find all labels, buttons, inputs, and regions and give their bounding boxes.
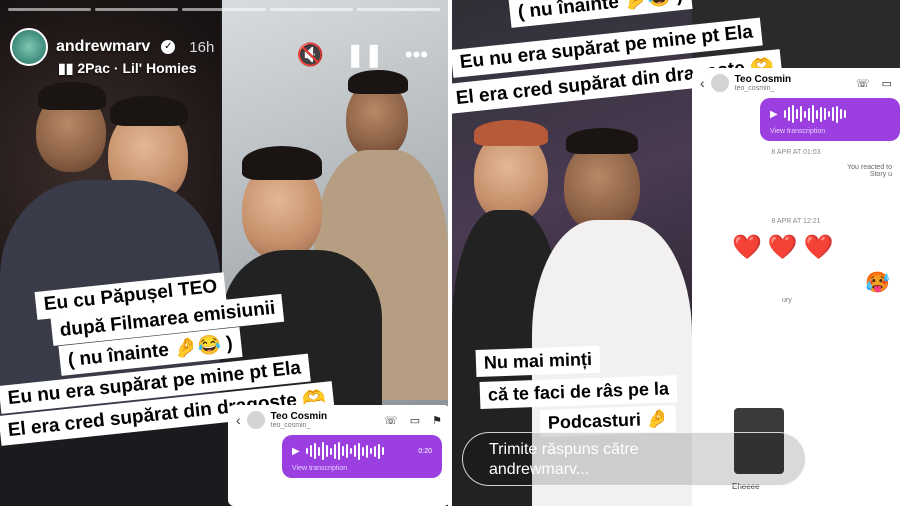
voice-message: ▶ 0:20 View transcription [282, 435, 442, 478]
view-transcription: View transcription [770, 128, 826, 135]
person-hair [566, 128, 638, 154]
reply-input[interactable]: Trimite răspuns către andrewmarv... [462, 432, 806, 486]
person-hair [242, 146, 322, 180]
person-hair [348, 70, 408, 94]
phone-icon: ☏ [855, 77, 870, 90]
chat-handle: teo_cosmin_ [270, 422, 311, 429]
chat-date: 8 APR AT 01:03 [771, 149, 821, 156]
chat-actions: ☏ ▭ ⚑ [384, 414, 442, 427]
play-icon: ▶ [292, 445, 300, 457]
chat-name: Teo Cosmin [270, 411, 328, 422]
speaker-muted-icon[interactable]: 🔇 [297, 42, 324, 68]
waveform: ▶ [770, 104, 890, 124]
chat-header: ‹ Teo Cosmin teo_cosmin_ ☏ ▭ ⚑ [228, 405, 448, 435]
chat-date: 8 APR AT 12:21 [771, 218, 821, 225]
flag-icon: ⚑ [432, 414, 442, 427]
send-icon[interactable]: ➤ [880, 443, 900, 472]
pause-icon[interactable]: ❚❚ [346, 42, 383, 68]
music-icon: ▮▮ [58, 60, 78, 76]
story-left-panel: andrewmarv ✓ 16h ▮▮ 2Pac · Lil' Homies 🔇… [0, 0, 448, 506]
story-time: 16h [189, 38, 215, 56]
chat-screenshot: ‹ Teo Cosmin teo_cosmin_ ☏ ▭ ⚑ ▶ 0:20 Vi… [228, 405, 448, 506]
back-icon: ‹ [236, 412, 241, 428]
caption-line: Nu mai minți [475, 345, 601, 377]
chat-actions: ☏ ▭ [856, 77, 892, 90]
waveform: ▶ 0:20 [292, 441, 432, 461]
back-icon: ‹ [700, 75, 705, 91]
username[interactable]: andrewmarv [56, 38, 150, 56]
reply-placeholder: Trimite răspuns către [489, 441, 639, 458]
voice-duration: 0:20 [418, 447, 432, 455]
verified-icon: ✓ [161, 40, 176, 54]
video-icon: ▭ [409, 414, 421, 427]
chat-handle: teo_cosmin_ [734, 85, 775, 92]
more-icon[interactable]: ••• [405, 42, 428, 68]
heart-reactions: ❤️ ❤️ ❤️ [692, 233, 900, 262]
voice-message: ▶ View transcription [760, 98, 900, 141]
video-icon: ▭ [881, 77, 892, 90]
play-icon: ▶ [770, 108, 778, 120]
avatar[interactable] [10, 28, 48, 66]
person-hair [38, 82, 106, 110]
heart-icon: ❤️ [803, 234, 834, 261]
reaction-note: You reacted to Story u [847, 164, 892, 178]
emoji-reaction: 🥵 [865, 272, 890, 294]
reply-placeholder: andrewmarv... [489, 461, 590, 478]
person-hair [474, 120, 548, 146]
story-controls: 🔇 ❚❚ ••• [297, 42, 428, 68]
avatar [710, 74, 729, 92]
reply-snippet: ury [782, 297, 792, 304]
story-progress-bar [8, 8, 441, 11]
music-text: 2Pac · Lil' Homies [77, 60, 197, 76]
music-label[interactable]: ▮▮ 2Pac · Lil' Homies [58, 60, 197, 77]
like-heart-icon[interactable]: ♡ [827, 439, 852, 472]
story-right-panel: ( nu înainte 🤌😂 ) Eu nu era supărat pe m… [452, 0, 900, 506]
view-transcription: View transcription [292, 465, 348, 472]
chat-header: ‹ Teo Cosmin teo_cosmin_ ☏ ▭ [692, 68, 900, 98]
heart-icon: ❤️ [732, 234, 762, 261]
person-hair [110, 96, 188, 126]
avatar [246, 411, 265, 429]
phone-icon: ☏ [383, 414, 398, 427]
heart-icon: ❤️ [767, 234, 798, 261]
chat-name: Teo Cosmin [734, 74, 792, 85]
